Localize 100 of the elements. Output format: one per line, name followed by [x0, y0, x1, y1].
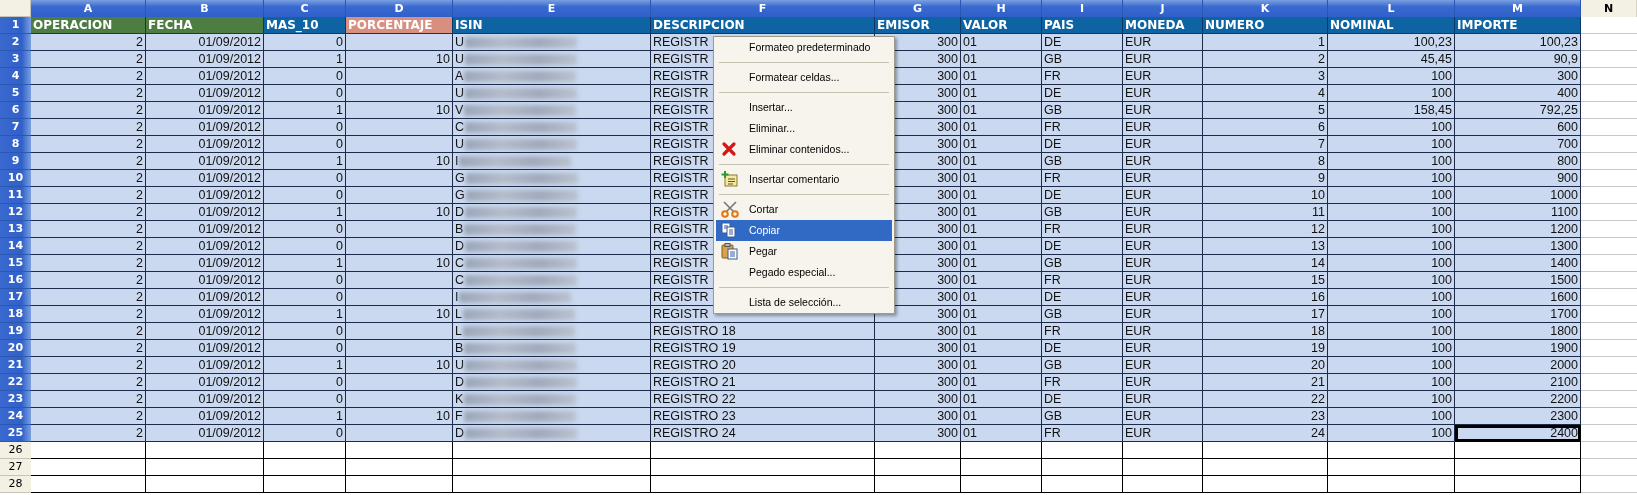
row-header[interactable]: 25 [0, 425, 31, 442]
row-header[interactable]: 11 [0, 187, 31, 204]
table-cell: EUR [1123, 425, 1203, 442]
table-header-cell: VALOR [961, 17, 1042, 34]
row-header[interactable]: 4 [0, 68, 31, 85]
table-cell: 300 [875, 374, 961, 391]
row-header[interactable]: 7 [0, 119, 31, 136]
column-header[interactable]: L [1328, 0, 1455, 17]
table-cell: 01 [961, 408, 1042, 425]
table-cell: EUR [1123, 85, 1203, 102]
table-cell: 01 [961, 102, 1042, 119]
row-header[interactable]: 10 [0, 170, 31, 187]
table-cell: 300 [875, 323, 961, 340]
row-header[interactable]: 18 [0, 306, 31, 323]
table-cell: 10 [346, 408, 453, 425]
table-cell: 24 [1203, 425, 1328, 442]
row-header[interactable]: 26 [0, 442, 31, 459]
row-header[interactable]: 2 [0, 34, 31, 51]
table-cell: EUR [1123, 51, 1203, 68]
row-header[interactable]: 6 [0, 102, 31, 119]
table-cell: EUR [1123, 255, 1203, 272]
table-cell: 2 [31, 391, 146, 408]
table-cell: 2 [31, 187, 146, 204]
row-header[interactable]: 28 [0, 476, 31, 493]
row-header[interactable]: 17 [0, 289, 31, 306]
table-cell: FR [1042, 221, 1123, 238]
table-cell: 100 [1328, 136, 1455, 153]
table-cell: EUR [1123, 153, 1203, 170]
table-header-cell: ISIN [453, 17, 651, 34]
column-header[interactable]: J [1123, 0, 1203, 17]
column-header[interactable]: C [264, 0, 346, 17]
table-cell: EUR [1123, 323, 1203, 340]
table-cell: 0 [264, 323, 346, 340]
column-header[interactable]: F [651, 0, 875, 17]
table-cell: 01 [961, 391, 1042, 408]
table-cell: U [453, 51, 651, 68]
table-cell: 1500 [1455, 272, 1581, 289]
table-cell: 01/09/2012 [146, 204, 264, 221]
column-header[interactable]: H [961, 0, 1042, 17]
row-header[interactable]: 1 [0, 17, 31, 34]
column-header[interactable]: D [346, 0, 453, 17]
column-header[interactable]: E [453, 0, 651, 17]
row-header[interactable]: 19 [0, 323, 31, 340]
column-header[interactable]: N [1581, 0, 1637, 17]
column-header[interactable]: I [1042, 0, 1123, 17]
table-cell: 800 [1455, 153, 1581, 170]
table-cell: 2 [31, 289, 146, 306]
table-cell: 2200 [1455, 391, 1581, 408]
table-cell: 0 [264, 136, 346, 153]
table-cell: 2 [31, 153, 146, 170]
table-cell: 10 [1203, 187, 1328, 204]
row-header[interactable]: 24 [0, 408, 31, 425]
column-header[interactable]: A [31, 0, 146, 17]
row-header[interactable]: 14 [0, 238, 31, 255]
table-cell: GB [1042, 102, 1123, 119]
row-header[interactable]: 23 [0, 391, 31, 408]
table-cell: 01 [961, 187, 1042, 204]
table-cell: D [453, 204, 651, 221]
row-header[interactable]: 15 [0, 255, 31, 272]
table-header-cell: NUMERO [1203, 17, 1328, 34]
table-cell: 100 [1328, 170, 1455, 187]
table-cell: I [453, 153, 651, 170]
table-cell: 2 [31, 238, 146, 255]
row-header[interactable]: 21 [0, 357, 31, 374]
row-header[interactable]: 20 [0, 340, 31, 357]
row-header[interactable]: 13 [0, 221, 31, 238]
table-cell: EUR [1123, 238, 1203, 255]
select-all-corner[interactable] [0, 0, 31, 17]
table-cell: 4 [1203, 85, 1328, 102]
table-cell: K [453, 391, 651, 408]
table-cell: EUR [1123, 374, 1203, 391]
table-header-cell: NOMINAL [1328, 17, 1455, 34]
row-header[interactable]: 3 [0, 51, 31, 68]
row-header[interactable]: 27 [0, 459, 31, 476]
table-cell: V [453, 102, 651, 119]
table-cell: 2 [31, 102, 146, 119]
table-cell: EUR [1123, 272, 1203, 289]
row-header[interactable]: 22 [0, 374, 31, 391]
table-cell: 0 [264, 85, 346, 102]
table-cell: 01/09/2012 [146, 34, 264, 51]
row-header[interactable]: 8 [0, 136, 31, 153]
table-cell: 1 [264, 306, 346, 323]
table-cell: 01 [961, 153, 1042, 170]
column-header[interactable]: K [1203, 0, 1328, 17]
table-cell: 01/09/2012 [146, 153, 264, 170]
table-cell: REGISTRO 21 [651, 374, 875, 391]
table-cell: 2 [1203, 51, 1328, 68]
menu-item[interactable]: Copiar [716, 220, 892, 241]
row-header[interactable]: 9 [0, 153, 31, 170]
column-header[interactable]: B [146, 0, 264, 17]
row-header[interactable]: 16 [0, 272, 31, 289]
row-header[interactable]: 5 [0, 85, 31, 102]
row-header[interactable]: 12 [0, 204, 31, 221]
table-cell: 01 [961, 119, 1042, 136]
table-cell: GB [1042, 153, 1123, 170]
column-header[interactable]: G [875, 0, 961, 17]
table-cell: 1800 [1455, 323, 1581, 340]
table-cell: 2 [31, 136, 146, 153]
table-cell: 90,9 [1455, 51, 1581, 68]
column-header[interactable]: M [1455, 0, 1581, 17]
